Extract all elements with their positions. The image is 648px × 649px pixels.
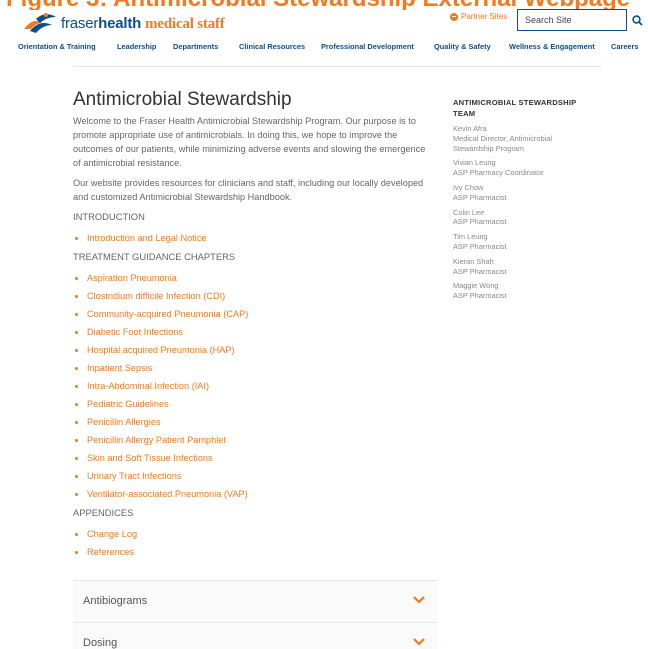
list-item: Community-acquired Pneumonia (CAP) bbox=[73, 305, 435, 323]
partner-sites-link[interactable]: Partner Sites bbox=[450, 12, 507, 21]
page-title: Antimicrobial Stewardship bbox=[73, 89, 292, 110]
logo-word-medical-staff: medical staff bbox=[145, 16, 225, 32]
member-role: Medical Director, Antimicrobial Stewards… bbox=[453, 133, 552, 153]
nav-clinical-resources[interactable]: Clinical Resources bbox=[239, 42, 305, 51]
member-name: Ivy Chow bbox=[453, 182, 484, 192]
link-aspiration-pneumonia[interactable]: Aspiration Pneumonia bbox=[87, 273, 177, 283]
fraser-health-logo-icon bbox=[24, 13, 56, 33]
team-member: Tim Leung ASP Pharmacist bbox=[453, 232, 593, 252]
link-cap[interactable]: Community-acquired Pneumonia (CAP) bbox=[87, 309, 248, 319]
list-item: Pediatric Guidelines bbox=[73, 395, 435, 413]
list-item: Introduction and Legal Notice bbox=[73, 229, 435, 247]
accordion-label: Dosing bbox=[83, 637, 118, 649]
main-content: Antimicrobial Stewardship Welcome to the… bbox=[73, 89, 435, 561]
member-name: Colin Lee bbox=[453, 207, 485, 217]
link-hap[interactable]: Hospital acquired Pneumonia (HAP) bbox=[87, 345, 235, 355]
member-role: ASP Pharmacist bbox=[453, 291, 507, 301]
team-member: Kevin Afra Medical Director, Antimicrobi… bbox=[453, 124, 593, 153]
intro-paragraph: Welcome to the Fraser Health Antimicrobi… bbox=[73, 116, 426, 168]
nav-professional-development[interactable]: Professional Development bbox=[321, 42, 414, 51]
list-item: Urinary Tract Infections bbox=[73, 467, 435, 485]
team-member: Ivy Chow ASP Pharmacist bbox=[453, 183, 593, 203]
link-penicillin-pamphlet[interactable]: Penicillin Allergy Patient Pamphlet bbox=[87, 435, 226, 445]
team-member: Colin Lee ASP Pharmacist bbox=[453, 208, 593, 228]
section-heading-introduction: INTRODUCTION bbox=[73, 211, 145, 222]
list-item: Penicillin Allergies bbox=[73, 413, 435, 431]
list-item: Penicillin Allergy Patient Pamphlet bbox=[73, 431, 435, 449]
list-item: Change Log bbox=[73, 525, 435, 543]
list-item: Ventilator-associated Pneumonia (VAP) bbox=[73, 485, 435, 503]
list-item: References bbox=[73, 543, 435, 561]
list-item: Inpatient Sepsis bbox=[73, 359, 435, 377]
team-sidebar: ANTIMICROBIAL STEWARDSHIP TEAM Kevin Afr… bbox=[453, 97, 593, 306]
chevron-down-icon bbox=[413, 638, 425, 646]
link-inpatient-sepsis[interactable]: Inpatient Sepsis bbox=[87, 363, 152, 373]
member-name: Kevin Afra bbox=[453, 124, 487, 133]
list-item: Diabetic Foot Infections bbox=[73, 323, 435, 341]
nav-careers[interactable]: Careers bbox=[611, 42, 639, 51]
link-pediatric-guidelines[interactable]: Pediatric Guidelines bbox=[87, 399, 169, 409]
member-role: ASP Pharmacy Coordinator bbox=[453, 168, 544, 178]
search-icon bbox=[631, 14, 643, 26]
site-header: fraserhealth medical staff Partner Sites bbox=[0, 8, 648, 38]
list-item: Hospital acquired Pneumonia (HAP) bbox=[73, 341, 435, 359]
list-item: Aspiration Pneumonia bbox=[73, 269, 435, 287]
treatment-guidance-links: Aspiration Pneumonia Clostridium diffici… bbox=[73, 269, 435, 503]
member-name: Maggie Wong bbox=[453, 281, 499, 291]
nav-quality-safety[interactable]: Quality & Safety bbox=[434, 42, 491, 51]
member-name: Vivian Leung bbox=[453, 158, 496, 168]
list-item: Clostridium difficile Infection (CDI) bbox=[73, 287, 435, 305]
search-input[interactable] bbox=[517, 9, 627, 31]
link-penicillin-allergies[interactable]: Penicillin Allergies bbox=[87, 417, 161, 427]
logo-word-health: health bbox=[98, 15, 142, 32]
link-references[interactable]: References bbox=[87, 547, 134, 557]
member-name: Kieran Shah bbox=[453, 256, 494, 266]
team-member: Vivian Leung ASP Pharmacy Coordinator bbox=[453, 158, 593, 178]
search-button[interactable] bbox=[627, 9, 647, 31]
partner-sites-label: Partner Sites bbox=[461, 12, 508, 21]
list-item: Skin and Soft Tissue Infections bbox=[73, 449, 435, 467]
nav-wellness-engagement[interactable]: Wellness & Engagement bbox=[509, 42, 595, 51]
team-heading: ANTIMICROBIAL STEWARDSHIP TEAM bbox=[453, 98, 577, 118]
logo-wordmark: fraserhealth medical staff bbox=[61, 15, 225, 33]
member-role: ASP Pharmacist bbox=[453, 192, 507, 202]
chevron-down-icon bbox=[413, 596, 425, 604]
link-cdi[interactable]: Clostridium difficile Infection (CDI) bbox=[87, 291, 225, 301]
minus-circle-icon bbox=[450, 12, 458, 21]
member-name: Tim Leung bbox=[453, 232, 488, 242]
list-item: Intra-Abdominal Infection (IAI) bbox=[73, 377, 435, 395]
member-role: ASP Pharmacist bbox=[453, 217, 507, 227]
site-search bbox=[517, 8, 648, 32]
main-navigation: Orientation & Training Leadership Depart… bbox=[0, 42, 648, 56]
link-iai[interactable]: Intra-Abdominal Infection (IAI) bbox=[87, 381, 209, 391]
team-member: Kieran Shah ASP Pharmacist bbox=[453, 257, 593, 277]
nav-leadership[interactable]: Leadership bbox=[117, 42, 156, 51]
nav-departments[interactable]: Departments bbox=[173, 42, 218, 51]
accordion-dosing[interactable]: Dosing bbox=[73, 622, 437, 649]
resources-paragraph: Our website provides resources for clini… bbox=[73, 178, 424, 202]
site-logo[interactable]: fraserhealth medical staff bbox=[22, 10, 225, 38]
link-vap[interactable]: Ventilator-associated Pneumonia (VAP) bbox=[87, 489, 248, 499]
accordion-antibiograms[interactable]: Antibiograms bbox=[73, 580, 437, 622]
nav-orientation-training[interactable]: Orientation & Training bbox=[18, 42, 96, 51]
link-change-log[interactable]: Change Log bbox=[87, 529, 137, 539]
link-introduction-legal-notice[interactable]: Introduction and Legal Notice bbox=[87, 233, 207, 243]
link-skin-soft-tissue[interactable]: Skin and Soft Tissue Infections bbox=[87, 453, 213, 463]
logo-word-fraser: fraser bbox=[61, 15, 99, 32]
section-heading-appendices: APPENDICES bbox=[73, 507, 134, 518]
member-role: ASP Pharmacist bbox=[453, 241, 507, 251]
introduction-links: Introduction and Legal Notice bbox=[73, 229, 435, 247]
team-member: Maggie Wong ASP Pharmacist bbox=[453, 281, 593, 301]
accordion-label: Antibiograms bbox=[83, 595, 148, 607]
member-role: ASP Pharmacist bbox=[453, 266, 507, 276]
appendices-links: Change Log References bbox=[73, 525, 435, 561]
link-uti[interactable]: Urinary Tract Infections bbox=[87, 471, 181, 481]
section-heading-treatment-guidance: TREATMENT GUIDANCE CHAPTERS bbox=[73, 251, 236, 262]
link-diabetic-foot[interactable]: Diabetic Foot Infections bbox=[87, 327, 183, 337]
content-divider bbox=[73, 66, 601, 67]
